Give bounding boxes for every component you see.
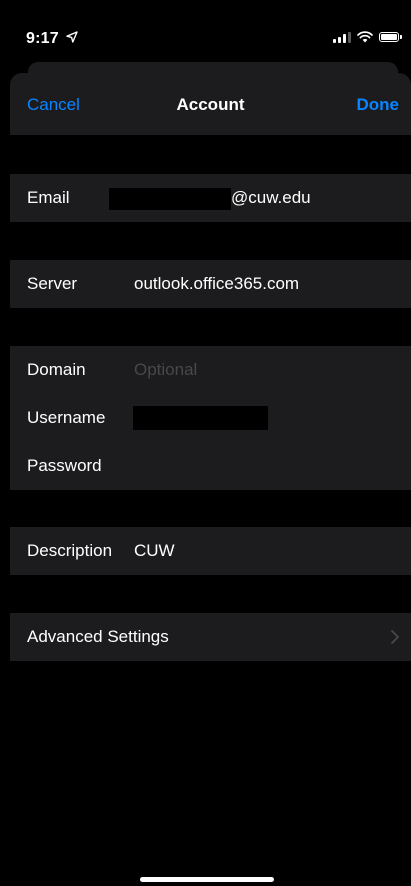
password-label: Password <box>27 456 102 475</box>
battery-icon <box>379 32 402 42</box>
server-label: Server <box>27 274 78 293</box>
cellular-signal-icon <box>333 31 351 43</box>
description-field[interactable]: Description CUW <box>10 527 411 575</box>
domain-field[interactable]: Domain Optional <box>10 346 411 394</box>
redacted-email-local-part <box>109 188 231 210</box>
email-label: Email <box>27 188 70 207</box>
account-sheet: Cancel Account Done Email @cuw.edu Serve… <box>10 73 411 886</box>
navigation-bar: Cancel Account Done <box>10 73 411 135</box>
wifi-icon <box>357 31 373 43</box>
description-value: CUW <box>134 541 175 560</box>
domain-placeholder: Optional <box>134 360 198 379</box>
advanced-settings-row[interactable]: Advanced Settings <box>10 613 411 661</box>
server-value: outlook.office365.com <box>134 274 300 293</box>
domain-label: Domain <box>27 360 86 379</box>
status-time: 9:17 <box>26 30 59 47</box>
credentials-group: Domain Optional Username Password <box>10 346 411 490</box>
phone-screen: 9:17 Cancel Account Done Email @cuw.edu … <box>0 0 411 886</box>
email-value: @cuw.edu <box>231 188 311 207</box>
password-field[interactable]: Password <box>10 442 411 490</box>
location-arrow-icon <box>66 31 78 43</box>
description-label: Description <box>27 541 113 560</box>
home-indicator[interactable] <box>140 877 274 882</box>
status-icons <box>333 31 402 43</box>
cancel-button[interactable]: Cancel <box>27 95 80 115</box>
username-label: Username <box>27 408 106 427</box>
advanced-settings-label: Advanced Settings <box>27 627 169 646</box>
server-field[interactable]: Server outlook.office365.com <box>10 260 411 308</box>
done-button[interactable]: Done <box>357 95 400 115</box>
chevron-right-icon <box>391 630 399 644</box>
description-group: Description CUW <box>10 527 411 575</box>
email-group: Email @cuw.edu <box>10 174 411 222</box>
redacted-username <box>133 406 268 430</box>
server-group: Server outlook.office365.com <box>10 260 411 308</box>
advanced-group: Advanced Settings <box>10 613 411 661</box>
username-field[interactable]: Username <box>10 394 411 442</box>
email-field[interactable]: Email @cuw.edu <box>10 174 411 222</box>
